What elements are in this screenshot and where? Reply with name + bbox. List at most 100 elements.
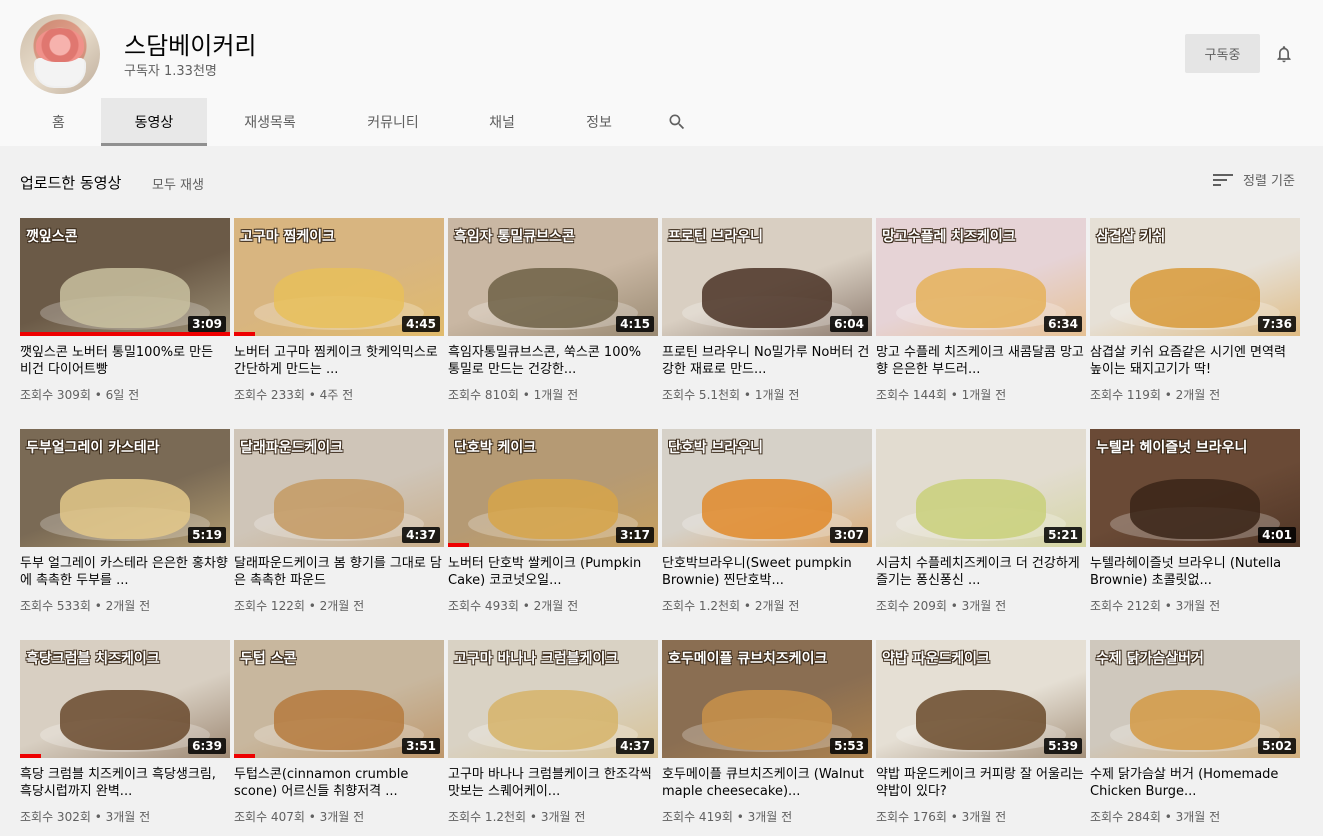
watch-progress-bar [234,332,255,336]
thumbnail-food-shape [60,690,190,750]
video-duration: 6:04 [830,316,868,332]
video-title[interactable]: 두부 얼그레이 카스테라 은은한 홍차향에 촉촉한 두부를 ... [20,555,228,589]
video-card[interactable]: 흑당크럼블 치즈케이크 6:39 흑당 크럼블 치즈케이크 흑당생크림, 흑당시럽까… [20,640,230,830]
video-title[interactable]: 삼겹살 키쉬 요즘같은 시기엔 면역력 높이는 돼지고기가 딱! [1090,344,1298,378]
video-title[interactable]: 누텔라헤이즐넛 브라우니 (Nutella Brownie) 초콜릿없... [1090,555,1298,589]
thumbnail-text: 수제 닭가슴살버거 [1096,651,1204,667]
video-card[interactable]: 망고수플레 치즈케이크 6:34 망고 수플레 치즈케이크 새콤달콤 망고향 은은한… [876,218,1086,408]
video-title[interactable]: 노버터 고구마 찜케이크 핫케익믹스로 간단하게 만드는 ... [234,344,442,378]
channel-search-button[interactable] [647,98,707,146]
video-thumbnail[interactable]: 약밥 파운드케이크 5:39 [876,640,1086,758]
thumbnail-text: 프로틴 브라우니 [668,229,764,245]
video-meta: 조회수 284회 • 3개월 전 [1090,808,1220,825]
thumbnail-text: 누텔라 헤이즐넛 브라우니 [1096,440,1248,456]
thumbnail-food-shape [1130,268,1260,328]
video-title[interactable]: 흑당 크럼블 치즈케이크 흑당생크림, 흑당시럽까지 완벽... [20,766,228,800]
video-duration: 3:17 [616,527,654,543]
video-title[interactable]: 두텁스콘(cinnamon crumble scone) 어르신들 취향저격 .… [234,766,442,800]
upload-age: 1개월 전 [533,388,579,402]
bell-icon[interactable] [1274,44,1294,64]
thumbnail-food-shape [916,690,1046,750]
video-card[interactable]: 흑임자 통밀큐브스콘 4:15 흑임자통밀큐브스콘, 쑥스콘 100% 통밀로 만드… [448,218,658,408]
video-card[interactable]: 누텔라 헤이즐넛 브라우니 4:01 누텔라헤이즐넛 브라우니 (Nutella B… [1090,429,1300,619]
video-thumbnail[interactable]: 호두메이플 큐브치즈케이크 5:53 [662,640,872,758]
upload-age: 6일 전 [105,388,140,402]
video-title[interactable]: 흑임자통밀큐브스콘, 쑥스콘 100% 통밀로 만드는 건강한... [448,344,656,378]
video-card[interactable]: 깻잎스콘 3:09 깻잎스콘 노버터 통밀100%로 만든 비건 다이어트빵 조회수 … [20,218,230,408]
video-card[interactable]: 단호박 브라우니 3:07 단호박브라우니(Sweet pumpkin Browni… [662,429,872,619]
channel-avatar[interactable] [20,14,100,94]
play-all-link[interactable]: 모두 재생 [152,174,204,193]
video-title[interactable]: 시금치 수플레치즈케이크 더 건강하게 즐기는 퐁신퐁신 ... [876,555,1084,589]
video-title[interactable]: 수제 닭가슴살 버거 (Homemade Chicken Burge... [1090,766,1298,800]
video-title[interactable]: 망고 수플레 치즈케이크 새콤달콤 망고향 은은한 부드러... [876,344,1084,378]
video-duration: 5:02 [1258,738,1296,754]
video-thumbnail[interactable]: 흑당크럼블 치즈케이크 6:39 [20,640,230,758]
video-card[interactable]: 두부얼그레이 카스테라 5:19 두부 얼그레이 카스테라 은은한 홍차향에 촉촉한… [20,429,230,619]
video-thumbnail[interactable]: 누텔라 헤이즐넛 브라우니 4:01 [1090,429,1300,547]
videos-content: 업로드한 동영상 모두 재생 정렬 기준 깻잎스콘 3:09 깻잎스콘 노버터 통밀… [0,146,1323,836]
video-card[interactable]: 두텁 스콘 3:51 두텁스콘(cinnamon crumble scone) 어르… [234,640,444,830]
tab-channels[interactable]: 채널 [453,98,551,146]
view-count: 조회수 5.1천회 [662,388,741,402]
video-title[interactable]: 호두메이플 큐브치즈케이크 (Walnut maple cheesecake).… [662,766,870,800]
thumbnail-food-shape [488,479,618,539]
video-card[interactable]: 달래파운드케이크 4:37 달래파운드케이크 봄 향기를 그대로 담은 촉촉한 파운… [234,429,444,619]
tab-community[interactable]: 커뮤니티 [333,98,453,146]
meta-separator: • [1160,599,1176,613]
view-count: 조회수 212회 [1090,599,1161,613]
tab-about[interactable]: 정보 [551,98,647,146]
video-title[interactable]: 단호박브라우니(Sweet pumpkin Brownie) 찐단호박... [662,555,870,589]
video-card[interactable]: 호두메이플 큐브치즈케이크 5:53 호두메이플 큐브치즈케이크 (Walnut m… [662,640,872,830]
video-title[interactable]: 고구마 바나나 크럼블케이크 한조각씩 맛보는 스퀘어케이... [448,766,656,800]
video-card[interactable]: 단호박 케이크 3:17 노버터 단호박 쌀케이크 (Pumpkin Cake) 코… [448,429,658,619]
video-title[interactable]: 약밥 파운드케이크 커피랑 잘 어울리는 약밥이 있다? [876,766,1084,800]
video-thumbnail[interactable]: 흑임자 통밀큐브스콘 4:15 [448,218,658,336]
video-meta: 조회수 122회 • 2개월 전 [234,597,364,614]
view-count: 조회수 810회 [448,388,519,402]
video-card[interactable]: 수제 닭가슴살버거 5:02 수제 닭가슴살 버거 (Homemade Chicke… [1090,640,1300,830]
video-thumbnail[interactable]: 고구마 바나나 크럼블케이크 4:37 [448,640,658,758]
video-title[interactable]: 프로틴 브라우니 No밀가루 No버터 건강한 재료로 만드... [662,344,870,378]
video-thumbnail[interactable]: 수제 닭가슴살버거 5:02 [1090,640,1300,758]
video-thumbnail[interactable]: 깻잎스콘 3:09 [20,218,230,336]
upload-age: 3개월 전 [319,810,365,824]
upload-age: 1개월 전 [754,388,800,402]
sort-button[interactable]: 정렬 기준 [1213,170,1295,189]
upload-age: 3개월 전 [1175,810,1221,824]
video-thumbnail[interactable]: 두부얼그레이 카스테라 5:19 [20,429,230,547]
thumbnail-text: 흑임자 통밀큐브스콘 [454,229,575,245]
video-thumbnail[interactable]: 단호박 브라우니 3:07 [662,429,872,547]
video-title[interactable]: 깻잎스콘 노버터 통밀100%로 만든 비건 다이어트빵 [20,344,228,378]
subscribe-button[interactable]: 구독중 [1185,34,1260,73]
meta-separator: • [946,599,962,613]
view-count: 조회수 284회 [1090,810,1161,824]
video-card[interactable]: 고구마 바나나 크럼블케이크 4:37 고구마 바나나 크럼블케이크 한조각씩 맛보… [448,640,658,830]
meta-separator: • [304,599,320,613]
video-thumbnail[interactable]: 달래파운드케이크 4:37 [234,429,444,547]
video-card[interactable]: 프로틴 브라우니 6:04 프로틴 브라우니 No밀가루 No버터 건강한 재료로 … [662,218,872,408]
video-thumbnail[interactable]: 고구마 찜케이크 4:45 [234,218,444,336]
tab-playlists[interactable]: 재생목록 [207,98,333,146]
upload-age: 2개월 전 [533,599,579,613]
video-card[interactable]: 5:21 시금치 수플레치즈케이크 더 건강하게 즐기는 퐁신퐁신 ... 조회수 … [876,429,1086,619]
channel-tabs: 홈 동영상 재생목록 커뮤니티 채널 정보 [0,98,1323,146]
tab-home[interactable]: 홈 [16,98,101,146]
video-thumbnail[interactable]: 삼겹살 키쉬 7:36 [1090,218,1300,336]
video-card[interactable]: 약밥 파운드케이크 5:39 약밥 파운드케이크 커피랑 잘 어울리는 약밥이 있다… [876,640,1086,830]
video-card[interactable]: 삼겹살 키쉬 7:36 삼겹살 키쉬 요즘같은 시기엔 면역력 높이는 돼지고기가 … [1090,218,1300,408]
tab-videos[interactable]: 동영상 [101,98,207,146]
video-card[interactable]: 고구마 찜케이크 4:45 노버터 고구마 찜케이크 핫케익믹스로 간단하게 만드는… [234,218,444,408]
video-thumbnail[interactable]: 두텁 스콘 3:51 [234,640,444,758]
video-thumbnail[interactable]: 망고수플레 치즈케이크 6:34 [876,218,1086,336]
video-thumbnail[interactable]: 5:21 [876,429,1086,547]
video-thumbnail[interactable]: 프로틴 브라우니 6:04 [662,218,872,336]
video-thumbnail[interactable]: 단호박 케이크 3:17 [448,429,658,547]
meta-separator: • [526,810,541,824]
video-title[interactable]: 달래파운드케이크 봄 향기를 그대로 담은 촉촉한 파운드 [234,555,442,589]
video-title[interactable]: 노버터 단호박 쌀케이크 (Pumpkin Cake) 코코넛오일... [448,555,656,589]
upload-age: 1개월 전 [961,388,1007,402]
video-meta: 조회수 119회 • 2개월 전 [1090,386,1220,403]
video-meta: 조회수 176회 • 3개월 전 [876,808,1006,825]
thumbnail-text: 두부얼그레이 카스테라 [26,440,160,456]
